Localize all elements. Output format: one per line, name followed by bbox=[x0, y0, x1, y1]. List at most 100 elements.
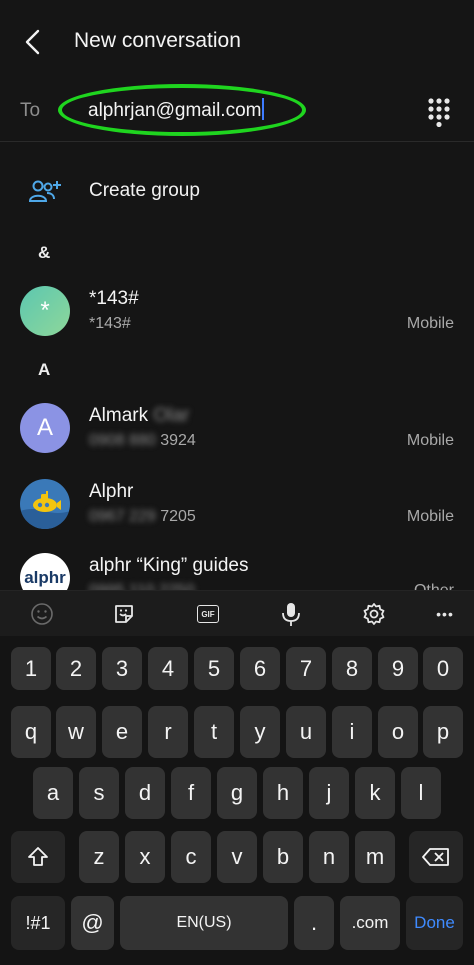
key-a[interactable]: a bbox=[33, 767, 73, 819]
contact-name: alphr “King” guides bbox=[89, 555, 249, 576]
contact-last-name-blurred: Olar bbox=[153, 405, 190, 426]
recipient-value: alphrjan@gmail.com bbox=[88, 100, 262, 121]
contact-number: 0995 110 2250 bbox=[89, 582, 195, 590]
key-l[interactable]: l bbox=[401, 767, 441, 819]
key-r[interactable]: r bbox=[148, 706, 188, 758]
contact-number-type: Other bbox=[414, 582, 454, 590]
number-blurred: 0995 110 2250 bbox=[89, 582, 195, 590]
more-icon[interactable]: ••• bbox=[432, 601, 458, 627]
emoji-icon[interactable] bbox=[29, 601, 55, 627]
avatar-initial: * bbox=[40, 297, 50, 324]
number-prefix-blurred: 0967 229 bbox=[89, 508, 156, 525]
sticker-icon[interactable] bbox=[111, 601, 137, 627]
contact-number: 0967 229 7205 bbox=[89, 508, 196, 526]
settings-icon[interactable] bbox=[361, 601, 387, 627]
key-d[interactable]: d bbox=[125, 767, 165, 819]
microphone-icon[interactable] bbox=[278, 601, 304, 627]
key-9[interactable]: 9 bbox=[378, 647, 418, 690]
key-f[interactable]: f bbox=[171, 767, 211, 819]
key-q[interactable]: q bbox=[11, 706, 51, 758]
to-label: To bbox=[20, 100, 41, 121]
submarine-logo-icon bbox=[20, 491, 70, 529]
recipient-input[interactable]: alphrjan@gmail.com bbox=[88, 98, 265, 122]
dialpad-icon[interactable] bbox=[427, 97, 451, 127]
key-t[interactable]: t bbox=[194, 706, 234, 758]
number-suffix: 3924 bbox=[160, 432, 196, 449]
key-k[interactable]: k bbox=[355, 767, 395, 819]
key-g[interactable]: g bbox=[217, 767, 257, 819]
contact-item[interactable]: Alphr 0967 229 7205 Mobile bbox=[0, 479, 474, 549]
recipient-row: To alphrjan@gmail.com bbox=[0, 86, 474, 138]
contact-number-type: Mobile bbox=[406, 315, 454, 332]
backspace-key[interactable] bbox=[409, 831, 463, 883]
key-z[interactable]: z bbox=[79, 831, 119, 883]
key-w[interactable]: w bbox=[56, 706, 96, 758]
at-key[interactable]: @ bbox=[71, 896, 114, 950]
number-suffix: 7205 bbox=[160, 508, 196, 525]
keyboard-toolbar: GIF ••• bbox=[0, 590, 474, 636]
key-1[interactable]: 1 bbox=[11, 647, 51, 690]
back-arrow-icon[interactable] bbox=[18, 26, 50, 58]
add-group-icon bbox=[28, 180, 61, 202]
key-y[interactable]: y bbox=[240, 706, 280, 758]
contact-number: 0908 880 3924 bbox=[89, 432, 196, 450]
gif-label: GIF bbox=[197, 605, 219, 623]
key-v[interactable]: v bbox=[217, 831, 257, 883]
contact-avatar: * bbox=[20, 286, 70, 336]
key-e[interactable]: e bbox=[102, 706, 142, 758]
create-group-item[interactable]: Create group bbox=[0, 166, 474, 218]
contact-name: Almark Olar bbox=[89, 405, 189, 427]
key-5[interactable]: 5 bbox=[194, 647, 234, 690]
backspace-icon bbox=[422, 848, 449, 866]
done-key[interactable]: Done bbox=[406, 896, 463, 950]
key-m[interactable]: m bbox=[355, 831, 395, 883]
avatar-logo-text: alphr bbox=[24, 568, 66, 587]
contact-number: *143# bbox=[89, 315, 131, 332]
key-8[interactable]: 8 bbox=[332, 647, 372, 690]
symbols-key[interactable]: !#1 bbox=[11, 896, 65, 950]
section-header-a: A bbox=[38, 360, 51, 379]
contact-item[interactable]: A Almark Olar 0908 880 3924 Mobile bbox=[0, 403, 474, 473]
dotcom-key[interactable]: .com bbox=[340, 896, 400, 950]
key-7[interactable]: 7 bbox=[286, 647, 326, 690]
key-3[interactable]: 3 bbox=[102, 647, 142, 690]
key-h[interactable]: h bbox=[263, 767, 303, 819]
app-header: New conversation bbox=[0, 0, 474, 86]
key-i[interactable]: i bbox=[332, 706, 372, 758]
contact-number-type: Mobile bbox=[406, 508, 454, 525]
section-header-ampersand: & bbox=[38, 243, 51, 262]
create-group-label: Create group bbox=[89, 180, 200, 201]
divider bbox=[0, 141, 474, 142]
more-dots: ••• bbox=[436, 606, 454, 622]
key-p[interactable]: p bbox=[423, 706, 463, 758]
contact-item[interactable]: alphr alphr “King” guides 0995 110 2250 … bbox=[0, 553, 474, 590]
number-prefix-blurred: 0908 880 bbox=[89, 432, 156, 449]
contact-item[interactable]: * *143# *143# Mobile bbox=[0, 286, 474, 356]
contact-name: Alphr bbox=[89, 481, 134, 502]
key-4[interactable]: 4 bbox=[148, 647, 188, 690]
key-c[interactable]: c bbox=[171, 831, 211, 883]
contact-avatar: alphr bbox=[20, 553, 70, 590]
key-o[interactable]: o bbox=[378, 706, 418, 758]
key-n[interactable]: n bbox=[309, 831, 349, 883]
contact-avatar: A bbox=[20, 403, 70, 453]
contact-first-name: Almark bbox=[89, 405, 149, 426]
key-x[interactable]: x bbox=[125, 831, 165, 883]
shift-key[interactable] bbox=[11, 831, 65, 883]
key-s[interactable]: s bbox=[79, 767, 119, 819]
contact-name: *143# bbox=[89, 288, 139, 309]
key-u[interactable]: u bbox=[286, 706, 326, 758]
key-6[interactable]: 6 bbox=[240, 647, 280, 690]
gif-icon[interactable]: GIF bbox=[195, 601, 221, 627]
on-screen-keyboard: 1 2 3 4 5 6 7 8 9 0 q w e r t y u i o p … bbox=[0, 636, 474, 965]
key-0[interactable]: 0 bbox=[423, 647, 463, 690]
key-j[interactable]: j bbox=[309, 767, 349, 819]
contact-number-type: Mobile bbox=[406, 432, 454, 449]
key-b[interactable]: b bbox=[263, 831, 303, 883]
avatar-initial: A bbox=[36, 414, 53, 441]
contact-avatar bbox=[20, 479, 70, 529]
space-key[interactable]: EN(US) bbox=[120, 896, 288, 950]
period-key[interactable]: . bbox=[294, 896, 334, 950]
key-2[interactable]: 2 bbox=[56, 647, 96, 690]
text-cursor bbox=[262, 98, 265, 120]
